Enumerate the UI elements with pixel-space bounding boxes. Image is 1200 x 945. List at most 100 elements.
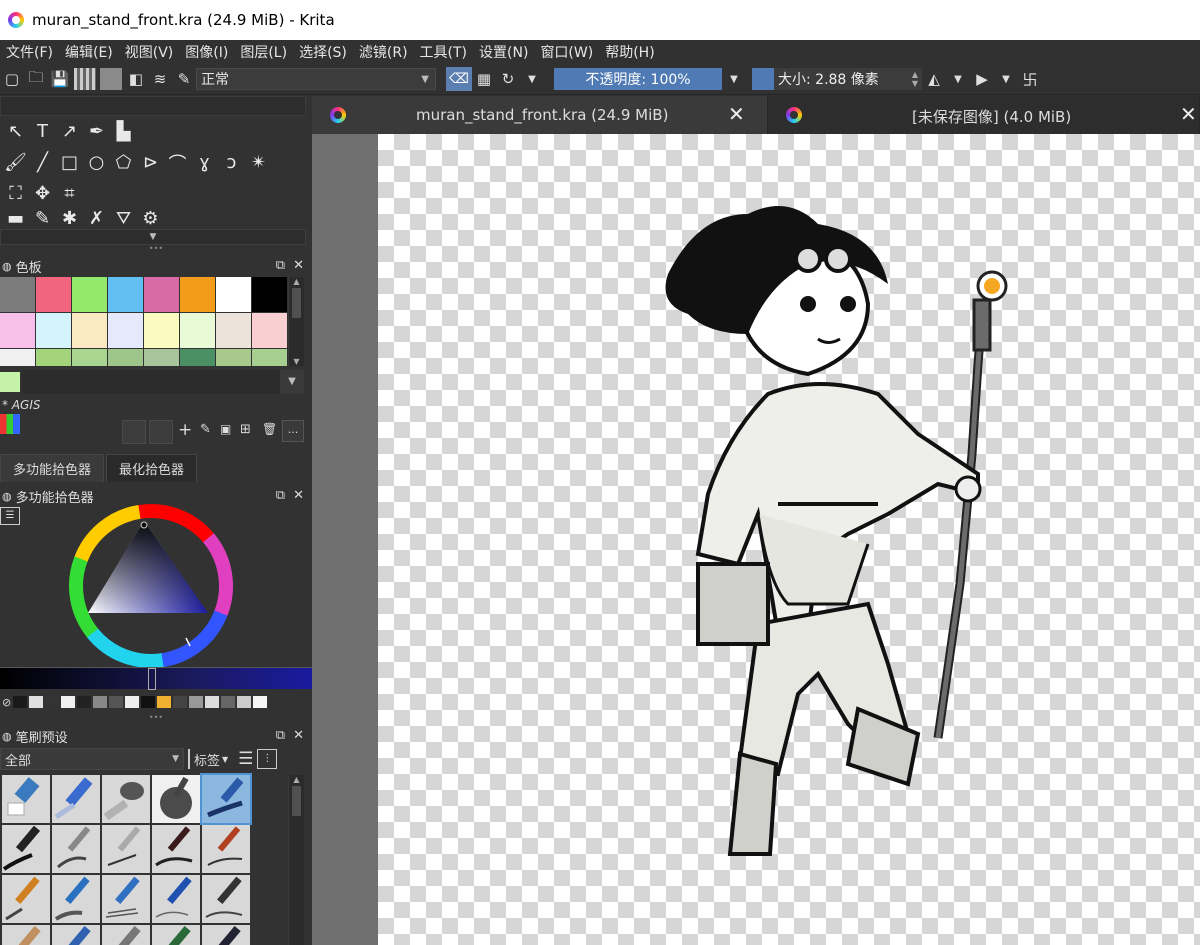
smart-patch-tool-icon[interactable]: ✱ [56,209,83,227]
brush-settings-icon[interactable]: ⋮ [257,749,278,769]
brush-preset-graphite[interactable] [202,875,250,923]
palette-swatch[interactable] [252,349,288,366]
color-selector-settings-icon[interactable]: ☰ [0,507,20,525]
size-slider[interactable]: 大小: 2.88 像素 ▲ ▼ [752,68,922,90]
brush-preset-eraser-block[interactable] [2,775,50,823]
brush-preset-airbrush[interactable] [102,775,150,823]
history-swatch[interactable] [77,696,92,708]
palette-swatch[interactable] [108,313,144,349]
history-swatch[interactable] [125,696,140,708]
color-wheel[interactable] [66,501,236,671]
history-swatch[interactable] [205,696,220,708]
close-icon[interactable]: ✕ [293,728,304,743]
edit-color-icon[interactable]: ✎ [200,422,211,437]
history-swatch[interactable] [109,696,124,708]
tab-advanced-color-selector[interactable]: 多功能拾色器 [0,454,105,482]
menu-settings[interactable]: 设置(N) [473,42,534,62]
menu-file[interactable]: 文件(F) [0,42,59,62]
edit-shapes-tool-icon[interactable]: ↗ [56,118,83,145]
reload-preset-icon[interactable]: ↻ [496,67,520,91]
close-icon[interactable]: ✕ [1180,102,1197,126]
brush-tag-filter-select[interactable]: 全部 ▼ [0,748,184,770]
close-icon[interactable]: ✕ [293,488,304,503]
edit-brush-settings-icon[interactable]: ≋ [148,67,172,91]
brush-preset-smudge[interactable] [102,925,150,945]
scroll-up-icon[interactable]: ▲ [289,775,304,784]
enclose-fill-tool-icon[interactable]: ⛛ [110,209,137,227]
clear-history-icon[interactable]: ⊘ [2,696,11,709]
brush-preset-marker-blue[interactable] [52,775,100,823]
dynamic-brush-tool-icon[interactable]: ↄ [218,149,245,176]
scroll-thumb[interactable] [292,288,301,318]
brush-preset-fineliner[interactable] [102,825,150,873]
palette-swatch[interactable] [36,277,72,313]
gradient-preset-icon[interactable] [74,68,96,90]
text-tool-icon[interactable]: T [29,118,56,145]
opacity-slider[interactable]: 不透明度: 100% [554,68,722,90]
palette-grid-icon[interactable] [0,414,20,434]
brush-preset-crayon[interactable] [2,925,50,945]
menu-window[interactable]: 窗口(W) [534,42,599,62]
float-docker-icon[interactable]: ⧉ [276,488,285,503]
palette-swatch[interactable] [36,349,72,366]
palette-swatch[interactable] [144,349,180,366]
palette-color-select[interactable]: ▼ [0,370,312,394]
history-swatch[interactable] [253,696,268,708]
menu-help[interactable]: 帮助(H) [599,42,660,62]
brush-preset-sketch-pencil[interactable] [52,875,100,923]
palette-slot-1[interactable] [122,420,146,444]
history-swatch[interactable] [189,696,204,708]
palette-table-icon[interactable]: ⊞ [240,422,251,437]
save-icon[interactable]: 💾 [48,67,72,91]
palette-swatch[interactable] [180,349,216,366]
tab-document-1[interactable]: muran_stand_front.kra (24.9 MiB) ✕ [312,96,768,134]
brush-preset-pencil-red[interactable] [202,825,250,873]
palette-scrollbar[interactable]: ▲ ▼ [288,277,304,366]
blend-mode-select[interactable]: 正常 ▼ [196,68,436,90]
mirror-vertical-icon[interactable]: ▶ [970,67,994,91]
splitter-handle[interactable]: ••• [0,245,312,255]
history-swatch[interactable] [237,696,252,708]
history-swatch[interactable] [61,696,76,708]
tab-minimal-color-selector[interactable]: 最化拾色器 [106,454,198,482]
brush-preset-blue-pencil[interactable] [152,875,200,923]
rectangle-tool-icon[interactable]: □ [56,149,83,176]
palette-swatch[interactable] [72,277,108,313]
chevron-down-icon[interactable]: ▼ [520,67,544,91]
select-shapes-tool-icon[interactable]: ↖ [2,118,29,145]
brush-preset-dark-pen[interactable] [202,925,250,945]
menu-tools[interactable]: 工具(T) [414,42,473,62]
gradient-tool-icon[interactable]: ▬ [2,209,29,227]
palette-swatch[interactable] [252,277,288,313]
bezier-curve-tool-icon[interactable]: ⌒ [164,149,191,176]
palette-swatch[interactable] [72,313,108,349]
ellipse-tool-icon[interactable]: ○ [83,149,110,176]
menu-filter[interactable]: 滤镜(R) [353,42,414,62]
pattern-preset-icon[interactable] [100,68,122,90]
polygon-tool-icon[interactable]: ⬠ [110,149,137,176]
gradient-edit-tool-icon[interactable]: ▙ [110,118,137,145]
palette-swatch[interactable] [180,313,216,349]
new-document-icon[interactable]: ▢ [0,67,24,91]
palette-swatch[interactable] [36,313,72,349]
tag-button[interactable]: 标签 ▼ [188,749,228,769]
preserve-alpha-icon[interactable]: ▦ [472,67,496,91]
brush-preset-soft-ink[interactable] [152,775,200,823]
palette-swatch[interactable] [144,277,180,313]
palette-swatch[interactable] [180,277,216,313]
transform-tool-icon[interactable]: ⛶ [2,180,29,207]
size-spinner[interactable]: ▲ ▼ [912,70,918,88]
float-docker-icon[interactable]: ⧉ [276,728,285,743]
history-swatch[interactable] [141,696,156,708]
float-docker-icon[interactable]: ⧉ [276,258,285,273]
history-swatch[interactable] [29,696,44,708]
scroll-thumb[interactable] [292,786,301,816]
canvas[interactable] [378,134,1200,945]
palette-swatch[interactable] [216,349,252,366]
color-swap-icon[interactable]: ◧ [124,67,148,91]
palette-swatch[interactable] [108,349,144,366]
brush-preset-ink-pen-selected[interactable] [200,773,252,825]
save-palette-icon[interactable]: ▣ [220,422,231,436]
calligraphy-tool-icon[interactable]: ✒ [83,118,110,145]
freehand-path-tool-icon[interactable]: ɣ [191,149,218,176]
